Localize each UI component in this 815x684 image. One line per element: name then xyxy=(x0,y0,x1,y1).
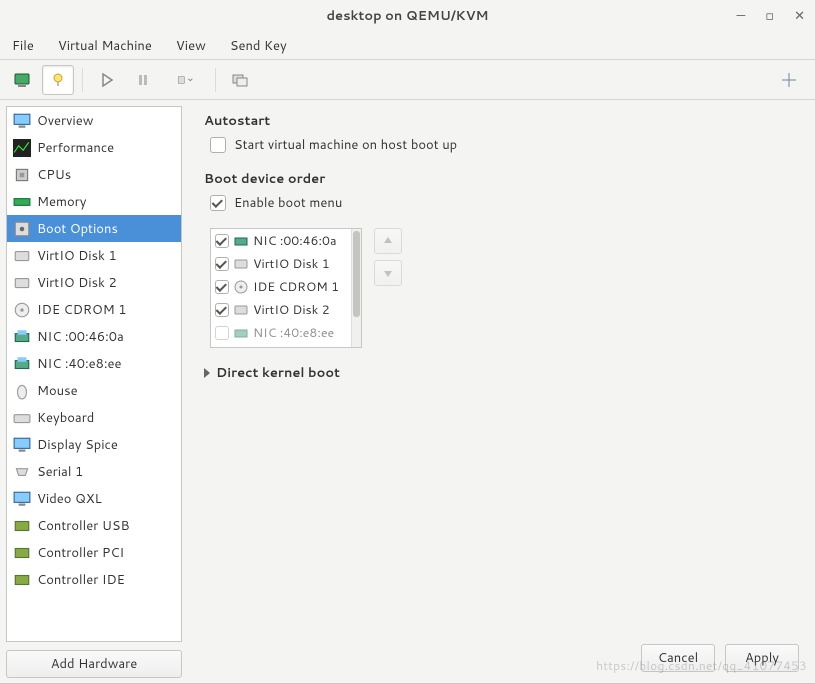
enable-boot-menu-row: Enable boot menu xyxy=(210,194,799,212)
enable-boot-menu-label: Enable boot menu xyxy=(234,194,342,212)
sidebar-item-boot-options[interactable]: Boot Options xyxy=(7,215,181,242)
nic-icon xyxy=(233,325,249,341)
snapshots-button[interactable] xyxy=(224,65,256,95)
details-view-button[interactable] xyxy=(42,65,74,95)
disk-icon xyxy=(13,274,31,292)
nic-icon xyxy=(13,328,31,346)
sidebar-item-virtio-disk-2[interactable]: VirtIO Disk 2 xyxy=(7,269,181,296)
close-button[interactable]: ✕ xyxy=(794,7,805,25)
reorder-buttons xyxy=(374,228,402,348)
sidebar-item-serial[interactable]: Serial 1 xyxy=(7,458,181,485)
mouse-icon xyxy=(13,382,31,400)
display-icon xyxy=(13,436,31,454)
boot-device-checkbox[interactable] xyxy=(215,280,229,294)
autostart-row: Start virtual machine on host boot up xyxy=(210,136,799,154)
minimize-button[interactable]: — xyxy=(736,7,745,25)
sidebar-item-ide-cdrom[interactable]: IDE CDROM 1 xyxy=(7,296,181,323)
autostart-checkbox[interactable] xyxy=(210,137,226,153)
menu-virtual-machine[interactable]: Virtual Machine xyxy=(58,37,152,55)
sidebar-item-memory[interactable]: Memory xyxy=(7,188,181,215)
boot-order-heading: Boot device order xyxy=(204,170,799,188)
boot-device-area: NIC :00:46:0a VirtIO Disk 1 IDE CDROM 1 … xyxy=(210,228,799,348)
toolbar xyxy=(0,60,815,100)
boot-device-row[interactable]: NIC :40:e8:ee xyxy=(211,321,361,344)
controller-icon xyxy=(13,571,31,589)
controller-icon xyxy=(13,544,31,562)
cpu-icon xyxy=(13,166,31,184)
video-icon xyxy=(13,490,31,508)
nic-icon xyxy=(233,233,249,249)
boot-device-row[interactable]: VirtIO Disk 2 xyxy=(211,298,361,321)
disk-icon xyxy=(13,247,31,265)
move-up-button[interactable] xyxy=(374,228,402,254)
cdrom-icon xyxy=(233,279,249,295)
cancel-button[interactable]: Cancel xyxy=(641,644,715,672)
window-title: desktop on QEMU/KVM xyxy=(326,7,488,25)
cdrom-icon xyxy=(13,301,31,319)
console-view-button[interactable] xyxy=(6,65,38,95)
footer-buttons: Cancel Apply xyxy=(641,644,799,672)
apply-button[interactable]: Apply xyxy=(725,644,799,672)
disk-icon xyxy=(233,302,249,318)
add-hardware-button[interactable]: Add Hardware xyxy=(6,650,182,678)
fullscreen-button[interactable] xyxy=(773,65,805,95)
sidebar-item-keyboard[interactable]: Keyboard xyxy=(7,404,181,431)
maximize-button[interactable]: ▫ xyxy=(765,7,774,25)
hardware-list[interactable]: Overview Performance CPUs Memory Boot Op… xyxy=(6,106,182,642)
performance-icon xyxy=(13,139,31,157)
titlebar: desktop on QEMU/KVM — ▫ ✕ xyxy=(0,0,815,32)
shutdown-menu-button[interactable] xyxy=(163,65,207,95)
window-controls: — ▫ ✕ xyxy=(736,0,805,32)
nic-icon xyxy=(13,355,31,373)
sidebar-item-overview[interactable]: Overview xyxy=(7,107,181,134)
boot-device-row[interactable]: VirtIO Disk 1 xyxy=(211,252,361,275)
boot-device-row[interactable]: NIC :00:46:0a xyxy=(211,229,361,252)
boot-device-checkbox[interactable] xyxy=(215,234,229,248)
sidebar-item-display[interactable]: Display Spice xyxy=(7,431,181,458)
toolbar-separator xyxy=(82,68,83,92)
run-button[interactable] xyxy=(91,65,123,95)
boot-device-list[interactable]: NIC :00:46:0a VirtIO Disk 1 IDE CDROM 1 … xyxy=(210,228,362,348)
sidebar-item-performance[interactable]: Performance xyxy=(7,134,181,161)
autostart-label: Start virtual machine on host boot up xyxy=(234,136,457,154)
body: Overview Performance CPUs Memory Boot Op… xyxy=(0,100,815,684)
disk-icon xyxy=(233,256,249,272)
menu-view[interactable]: View xyxy=(176,37,206,55)
menu-file[interactable]: File xyxy=(12,37,34,55)
enable-boot-menu-checkbox[interactable] xyxy=(210,195,226,211)
boot-device-row[interactable]: IDE CDROM 1 xyxy=(211,275,361,298)
controller-icon xyxy=(13,517,31,535)
sidebar-item-controller-usb[interactable]: Controller USB xyxy=(7,512,181,539)
menubar: File Virtual Machine View Send Key xyxy=(0,32,815,60)
scrollbar[interactable] xyxy=(351,229,361,347)
sidebar-item-mouse[interactable]: Mouse xyxy=(7,377,181,404)
keyboard-icon xyxy=(13,409,31,427)
serial-icon xyxy=(13,463,31,481)
sidebar-item-controller-pci[interactable]: Controller PCI xyxy=(7,539,181,566)
menu-send-key[interactable]: Send Key xyxy=(230,37,287,55)
boot-icon xyxy=(13,220,31,238)
sidebar-item-controller-ide[interactable]: Controller IDE xyxy=(7,566,181,593)
pause-button[interactable] xyxy=(127,65,159,95)
sidebar-item-video[interactable]: Video QXL xyxy=(7,485,181,512)
sidebar: Overview Performance CPUs Memory Boot Op… xyxy=(0,100,188,684)
monitor-icon xyxy=(13,112,31,130)
boot-device-checkbox[interactable] xyxy=(215,257,229,271)
move-down-button[interactable] xyxy=(374,260,402,286)
boot-options-panel: Autostart Start virtual machine on host … xyxy=(188,100,815,684)
boot-device-checkbox[interactable] xyxy=(215,303,229,317)
sidebar-item-nic-2[interactable]: NIC :40:e8:ee xyxy=(7,350,181,377)
sidebar-item-virtio-disk-1[interactable]: VirtIO Disk 1 xyxy=(7,242,181,269)
boot-device-checkbox[interactable] xyxy=(215,326,229,340)
direct-kernel-boot-expander[interactable]: Direct kernel boot xyxy=(204,364,799,382)
sidebar-item-nic-1[interactable]: NIC :00:46:0a xyxy=(7,323,181,350)
toolbar-separator xyxy=(215,68,216,92)
autostart-heading: Autostart xyxy=(204,112,799,130)
direct-kernel-label: Direct kernel boot xyxy=(216,364,340,382)
memory-icon xyxy=(13,193,31,211)
sidebar-item-cpus[interactable]: CPUs xyxy=(7,161,181,188)
